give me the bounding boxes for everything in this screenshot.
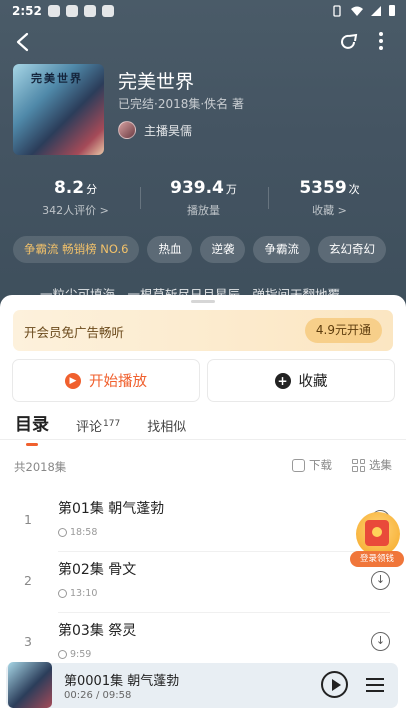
- cover-title-art: 完美世界: [31, 72, 83, 85]
- rating-label: 342人评价 >: [42, 204, 109, 217]
- vip-text: 开会员免广告畅听: [24, 325, 125, 340]
- download-icon: [292, 458, 305, 472]
- grid-icon: [352, 458, 365, 472]
- download-icon[interactable]: ↓: [371, 632, 390, 651]
- episode-duration: 9:59: [58, 649, 91, 660]
- play-icon: ▶: [65, 372, 81, 389]
- tag-item[interactable]: 争霸流: [253, 236, 310, 263]
- plays-unit: 万: [225, 183, 237, 196]
- episode-row[interactable]: 2 第02集 骨文 13:10 ↓: [0, 553, 406, 613]
- detail-sheet: 开会员免广告畅听 4.9元开通 ▶ 开始播放 + 收藏 目录 评论177 找相似…: [0, 295, 406, 721]
- duration-text: 13:10: [70, 588, 98, 599]
- row-divider: [58, 551, 390, 552]
- more-icon[interactable]: [377, 31, 385, 51]
- tag-item[interactable]: 玄幻奇幻: [317, 236, 386, 263]
- vip-banner[interactable]: 开会员免广告畅听 4.9元开通: [13, 310, 393, 351]
- episode-duration: 18:58: [58, 527, 97, 538]
- select-episodes-button[interactable]: 选集: [352, 457, 392, 473]
- coin-icon: [372, 527, 382, 537]
- plays-label: 播放量: [187, 204, 220, 217]
- book-title: 完美世界: [118, 71, 195, 93]
- episode-count: 共2018集: [14, 460, 67, 474]
- episode-duration: 13:10: [58, 588, 97, 599]
- notification-icon: [66, 5, 78, 17]
- comment-count-badge: 177: [103, 418, 121, 429]
- episode-title: 第01集 朝气蓬勃: [58, 501, 165, 517]
- anchor-info[interactable]: 主播昊儒: [118, 121, 192, 139]
- notification-icon: [48, 5, 60, 17]
- vip-open-button[interactable]: 4.9元开通: [304, 318, 382, 343]
- favorite-label: 收藏: [298, 374, 328, 390]
- vibrate-icon: [333, 4, 341, 17]
- notification-icon: [84, 5, 96, 17]
- battery-icon: [389, 5, 395, 16]
- start-play-label: 开始播放: [89, 374, 147, 390]
- signal-icon: [371, 5, 381, 16]
- login-reward-label: 登录领钱: [350, 551, 404, 567]
- tab-catalog[interactable]: 目录: [15, 410, 49, 446]
- plays-stat: 939.4 万 播放量: [136, 178, 271, 218]
- player-title: 第0001集 朝气蓬勃: [64, 674, 180, 689]
- anchor-avatar: [118, 121, 136, 139]
- clock-icon: [58, 528, 67, 537]
- tab-label: 目录: [15, 415, 49, 435]
- book-cover[interactable]: 完美世界: [13, 64, 104, 155]
- player-thumbnail[interactable]: [8, 662, 52, 708]
- select-label: 选集: [369, 458, 392, 472]
- episode-number: 2: [24, 573, 32, 588]
- rating-unit: 分: [86, 183, 98, 196]
- download-icon[interactable]: ↓: [371, 571, 390, 590]
- download-all-button[interactable]: 下载: [292, 457, 332, 473]
- share-icon[interactable]: [339, 32, 359, 52]
- playlist-icon[interactable]: [366, 675, 384, 693]
- clock-icon: [58, 589, 67, 598]
- row-divider: [58, 612, 390, 613]
- tab-comments[interactable]: 评论177: [76, 416, 120, 437]
- list-tools: 下载 选集: [292, 457, 392, 473]
- plus-icon: +: [274, 372, 291, 389]
- status-system-icons: [330, 4, 396, 17]
- episode-number: 1: [24, 512, 32, 527]
- tag-rank[interactable]: 争霸流 畅销榜 NO.6: [13, 236, 140, 263]
- favorites-value: 5359: [299, 178, 347, 198]
- clock-icon: [58, 650, 67, 659]
- tab-label: 评论: [76, 420, 103, 435]
- detail-tabs: 目录 评论177 找相似: [15, 410, 186, 446]
- duration-text: 9:59: [70, 649, 92, 660]
- notification-icon: [102, 5, 114, 17]
- back-icon[interactable]: [14, 32, 32, 52]
- favorites-label: 收藏 >: [312, 204, 347, 217]
- favorites-stat[interactable]: 5359 次 收藏 >: [262, 178, 397, 218]
- mini-player[interactable]: 第0001集 朝气蓬勃 00:26 / 09:58: [6, 662, 398, 708]
- play-pause-button[interactable]: [321, 671, 348, 698]
- player-time: 00:26 / 09:58: [64, 690, 132, 701]
- book-meta: 已完结·2018集·佚名 著: [118, 97, 244, 111]
- tab-similar[interactable]: 找相似: [147, 416, 186, 437]
- rating-value: 8.2: [53, 178, 85, 198]
- tag-list: 争霸流 畅销榜 NO.6 热血 逆袭 争霸流 玄幻奇幻: [13, 236, 386, 263]
- episode-row[interactable]: 1 第01集 朝气蓬勃 18:58 ↓: [0, 492, 406, 552]
- tab-label: 找相似: [147, 420, 187, 435]
- episode-number: 3: [24, 634, 32, 649]
- favorites-unit: 次: [348, 183, 360, 196]
- status-notification-icons: [48, 5, 114, 17]
- status-bar: 2:52: [0, 0, 406, 24]
- tag-item[interactable]: 逆袭: [200, 236, 246, 263]
- duration-text: 18:58: [70, 527, 98, 538]
- plays-value: 939.4: [170, 178, 224, 198]
- sheet-handle[interactable]: [191, 300, 215, 303]
- anchor-name: 主播昊儒: [144, 123, 193, 138]
- episode-title: 第02集 骨文: [58, 562, 137, 578]
- start-play-button[interactable]: ▶ 开始播放: [12, 359, 200, 402]
- tabs-divider: [0, 439, 406, 440]
- download-label: 下载: [309, 458, 332, 472]
- episode-title: 第03集 祭灵: [58, 623, 137, 639]
- rating-stat[interactable]: 8.2 分 342人评价 >: [8, 178, 143, 218]
- tag-item[interactable]: 热血: [147, 236, 193, 263]
- status-time: 2:52: [12, 4, 42, 18]
- login-reward-badge[interactable]: 登录领钱: [350, 512, 404, 568]
- favorite-button[interactable]: + 收藏: [207, 359, 395, 402]
- wifi-icon: [351, 6, 363, 16]
